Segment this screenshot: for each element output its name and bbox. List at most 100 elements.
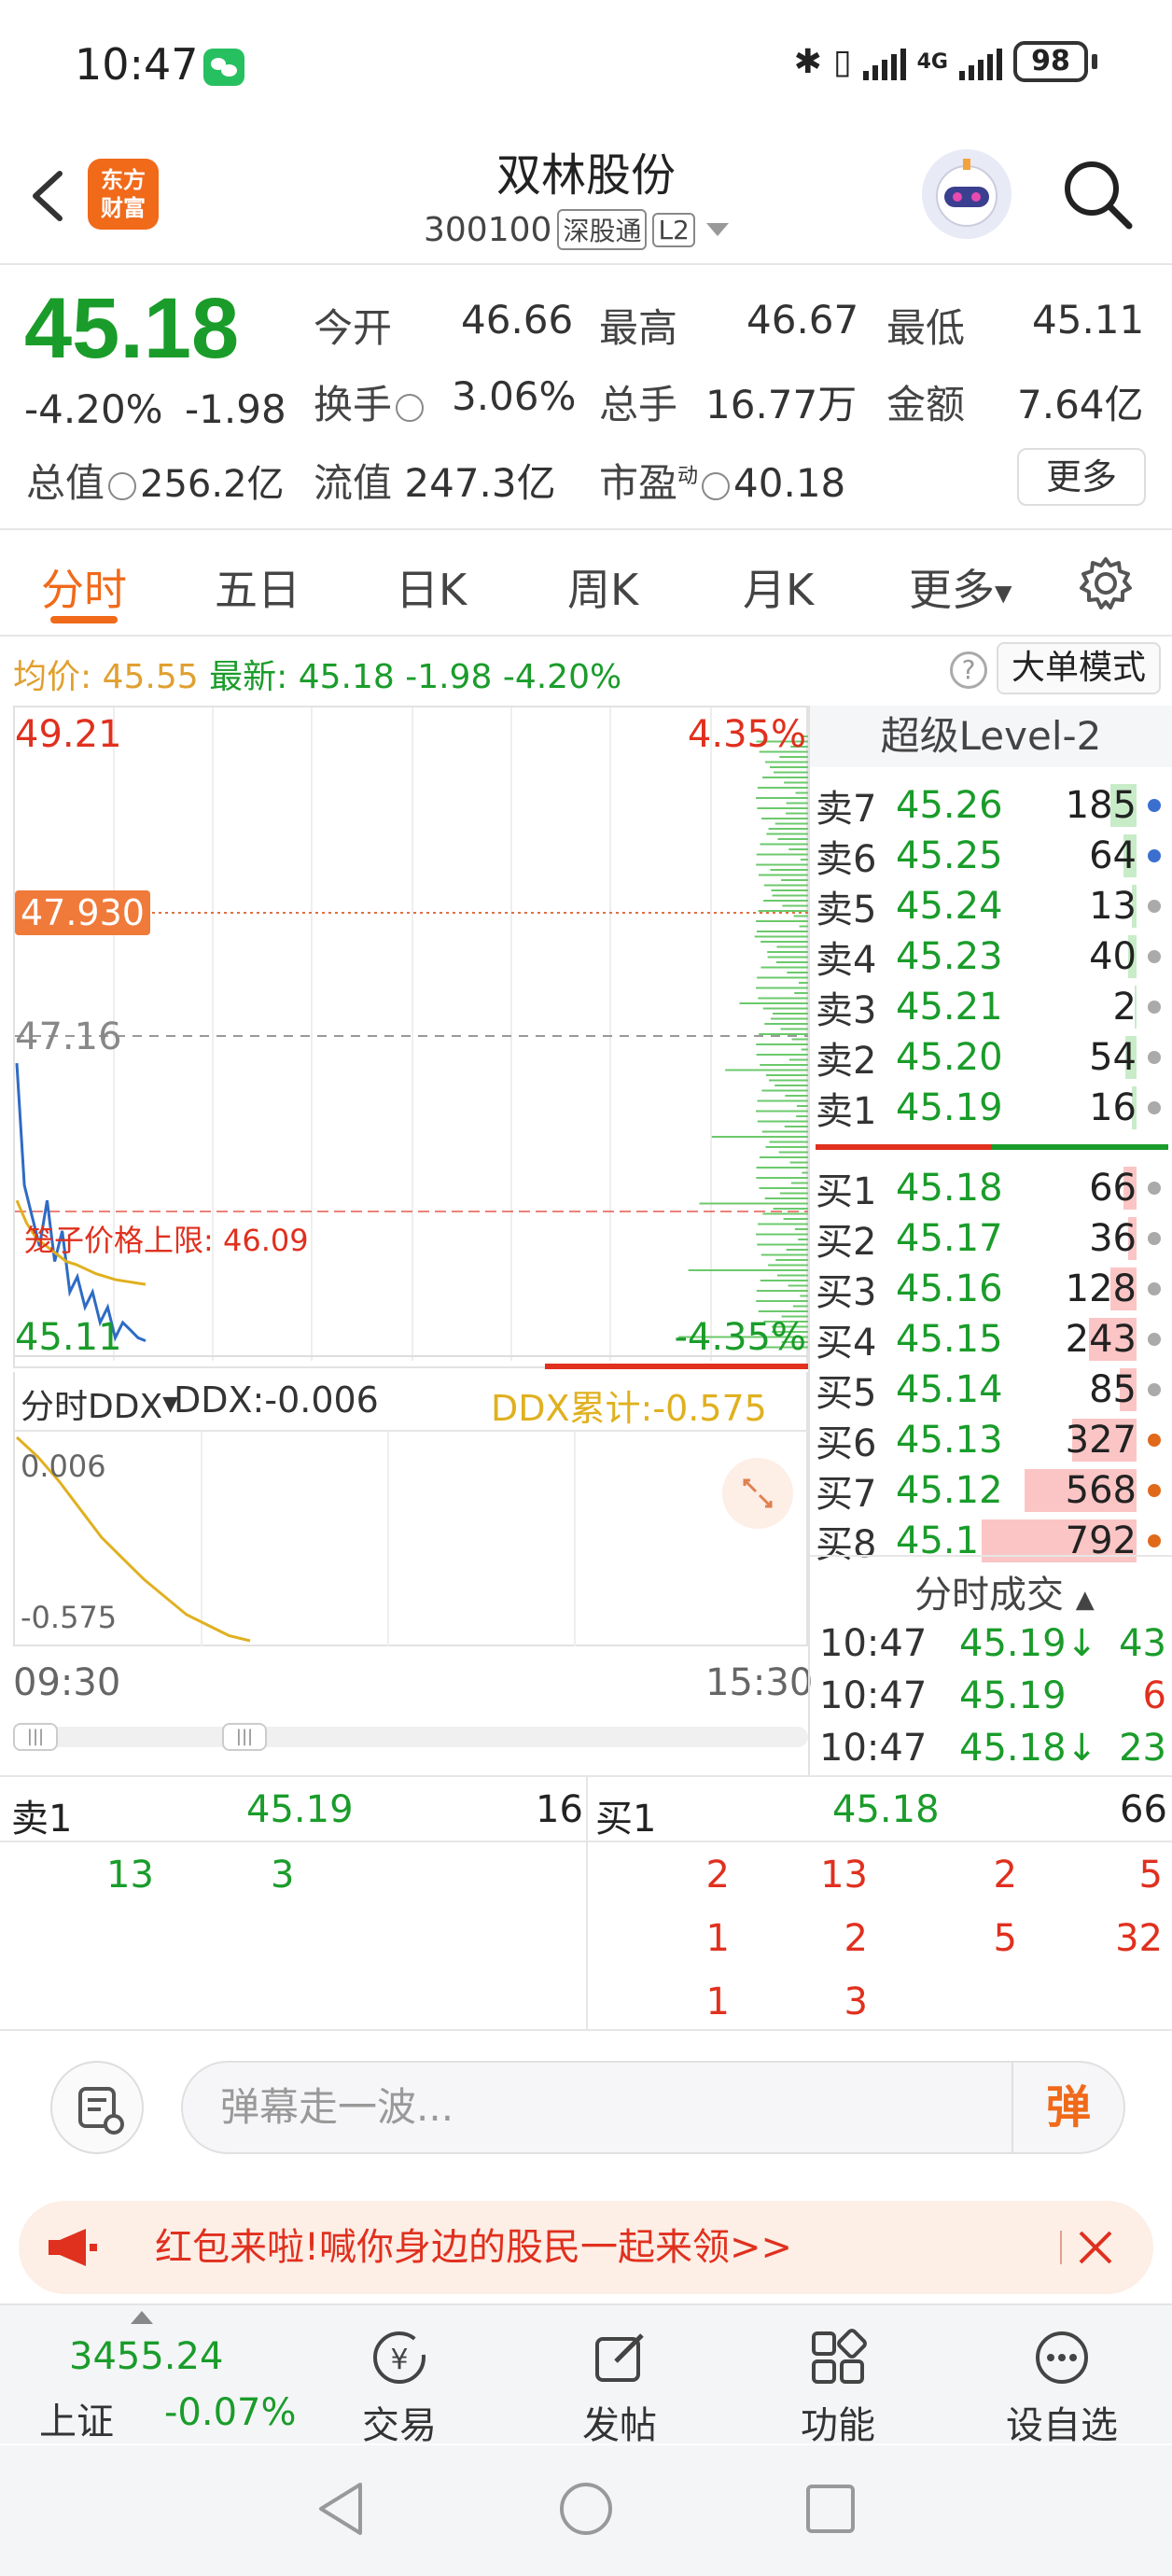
ask-row[interactable]: 卖6 45.25 64 [816,831,1168,881]
depth-bar [759,1156,810,1158]
time-range-scrollbar[interactable] [13,1727,808,1747]
danmaku-input[interactable]: 弹幕走一波... [181,2061,1125,2154]
depth-bar [784,1126,810,1127]
latest-change: -1.98 [405,658,493,696]
low-value: 45.11 [1032,297,1145,343]
depth-bar [781,879,810,881]
level-price: 45.26 [896,784,1003,827]
ask-row[interactable]: 卖7 45.26 185 [816,780,1168,831]
ask-row[interactable]: 卖1 45.19 16 [816,1083,1168,1133]
tick-price: 45.19 [959,1674,1067,1717]
latest-pct: -4.20% [502,658,622,696]
depth-bar [773,1013,810,1015]
red-packet-banner[interactable]: 红包来啦!喊你身边的股民一起来领>> [19,2201,1153,2294]
price-line [15,1063,146,1342]
tab-intraday[interactable]: 分时 [41,556,127,618]
depth-bar [768,828,810,830]
sell-queue-item: 13 [106,1854,154,1897]
depth-bar [769,1141,810,1143]
depth-bar [774,1085,810,1086]
bid-row[interactable]: 买2 45.17 36 [816,1213,1168,1264]
system-back-icon[interactable] [315,2481,368,2537]
tab-five-day[interactable]: 五日 [215,556,300,618]
bid-row[interactable]: 买6 45.13 327 [816,1415,1168,1465]
buy-queue-item: 5 [993,1917,1017,1960]
status-dot [1148,1101,1161,1114]
index-pct[interactable]: -0.07% [164,2391,297,2434]
cell-signal-icon [959,43,1002,80]
level-label: 买8 [816,1523,877,1566]
danmaku-send-button[interactable]: 弹 [1012,2063,1123,2152]
expand-up-icon[interactable] [131,2311,153,2324]
ddx-selector[interactable]: 分时DDX ▼ [21,1379,178,1428]
range-left-handle[interactable]: ||| [13,1723,58,1751]
depth-bar [754,935,810,938]
tick-volume: 43 [1119,1622,1166,1665]
intraday-chart[interactable]: 49.21 4.35% 47.930 47.16 笼子价格上限: 46.09 4… [13,706,810,1369]
tick-price: 45.19↓ [959,1622,1098,1665]
depth-bar [758,997,810,1000]
range-right-handle[interactable]: ||| [222,1723,267,1751]
trade-tick-row: 10:47 45.19 6 [819,1674,1166,1717]
tab-monthly-k[interactable]: 月K [743,556,814,618]
nav-functions[interactable]: 功能 [763,2315,913,2449]
status-time: 10:47 [75,39,199,90]
tick-time: 10:47 [819,1674,928,1717]
bid-row[interactable]: 买7 45.12 568 [816,1465,1168,1516]
open-value: 46.66 [461,297,574,343]
battery-icon: 98 [1013,41,1097,82]
bid-row[interactable]: 买4 45.15 243 [816,1314,1168,1365]
info-icon[interactable] [702,471,731,500]
ask-row[interactable]: 卖2 45.20 54 [816,1032,1168,1083]
depth-bar [769,1079,810,1082]
level-volume: 36 [1089,1217,1137,1260]
more-quote-button[interactable]: 更多 [1017,448,1146,506]
tab-weekly-k[interactable]: 周K [567,556,638,618]
big-order-mode-button[interactable]: 大单模式 [997,642,1161,694]
ask-row[interactable]: 卖3 45.21 2 [816,982,1168,1032]
bid-row[interactable]: 买5 45.14 85 [816,1365,1168,1415]
level-volume: 792 [1065,1519,1137,1562]
nav-add-watchlist[interactable]: 设自选 [987,2315,1137,2449]
expand-icon[interactable] [722,1458,793,1529]
cage-limit-text: 笼子价格上限: 46.09 [24,1223,309,1258]
depth-bar [761,818,810,819]
depth-bar [758,910,810,912]
sell1-price: 45.19 [246,1788,354,1831]
info-icon[interactable] [396,393,425,422]
latest-price: 45.18 [298,658,395,696]
settings-gear-icon[interactable] [1077,554,1135,612]
banner-text: 红包来啦!喊你身边的股民一起来领>> [155,2226,793,2269]
tab-daily-k[interactable]: 日K [396,556,467,618]
system-recents-icon[interactable] [804,2483,857,2535]
depth-bar [761,1089,810,1092]
level-volume: 85 [1089,1368,1137,1411]
index-value[interactable]: 3455.24 [69,2335,223,2378]
ask-row[interactable]: 卖4 45.23 40 [816,931,1168,982]
nav-trade[interactable]: ¥ 交易 [325,2315,474,2449]
bid-row[interactable]: 买3 45.16 128 [816,1264,1168,1314]
system-home-icon[interactable] [558,2481,614,2537]
close-icon[interactable] [1077,2229,1114,2266]
depth-bar [761,1130,810,1133]
bid-row[interactable]: 买1 45.18 66 [816,1163,1168,1213]
status-dot [1148,900,1161,913]
level-volume: 185 [1065,784,1137,827]
app-screen: { "status": {"time": "10:47", "battery":… [0,0,1172,2576]
trades-title[interactable]: 分时成交 ▲ [914,1564,1095,1618]
depth-bar [765,761,810,763]
tab-more[interactable]: 更多▼ [909,556,1012,618]
ask-row[interactable]: 卖5 45.24 13 [816,881,1168,931]
depth-bar [756,1110,810,1113]
level-label: 买1 [816,1170,877,1213]
robot-assistant-avatar[interactable] [922,149,1012,239]
help-icon[interactable]: ? [950,651,987,689]
info-icon[interactable] [108,471,137,500]
bid-row[interactable]: 买8 45.11 792 [816,1516,1168,1566]
stock-code-line[interactable]: 300100 深股通 L2 [424,209,729,250]
level-label: 卖4 [816,939,877,982]
search-icon[interactable] [1060,157,1135,231]
index-name[interactable]: 上证 [39,2391,114,2445]
nav-post[interactable]: 发帖 [545,2315,694,2449]
danmaku-settings-icon[interactable] [50,2061,144,2154]
